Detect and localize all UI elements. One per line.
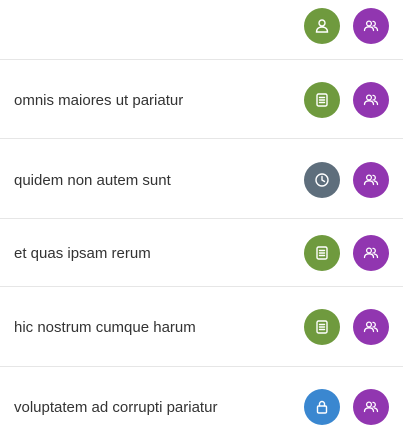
list-item: et quas ipsam rerum: [0, 233, 403, 273]
people-action-button[interactable]: [353, 162, 389, 198]
people-action-button[interactable]: [353, 235, 389, 271]
row-divider: [0, 59, 403, 60]
person-status-button[interactable]: [304, 8, 340, 44]
lock-icon: [316, 400, 328, 414]
clock-icon: [315, 173, 329, 187]
people-icon: [363, 247, 379, 259]
people-action-button[interactable]: [353, 389, 389, 425]
item-label: et quas ipsam rerum: [14, 244, 151, 262]
people-icon: [363, 401, 379, 413]
people-icon: [363, 321, 379, 333]
list-item: hic nostrum cumque harum: [0, 307, 403, 347]
document-status-button[interactable]: [304, 309, 340, 345]
people-icon: [363, 174, 379, 186]
item-label: quidem non autem sunt: [14, 171, 171, 189]
item-list: omnis maiores ut pariatur quidem non aut…: [0, 0, 403, 433]
people-icon: [363, 94, 379, 106]
document-icon: [316, 93, 328, 107]
list-item: voluptatem ad corrupti pariatur: [0, 387, 403, 427]
row-divider: [0, 366, 403, 367]
item-label: omnis maiores ut pariatur: [14, 91, 184, 109]
people-action-button[interactable]: [353, 309, 389, 345]
row-divider: [0, 138, 403, 139]
document-icon: [316, 246, 328, 260]
people-action-button[interactable]: [353, 82, 389, 118]
people-action-button[interactable]: [353, 8, 389, 44]
document-status-button[interactable]: [304, 235, 340, 271]
people-icon: [363, 20, 379, 32]
clock-status-button[interactable]: [304, 162, 340, 198]
item-label: voluptatem ad corrupti pariatur: [14, 398, 218, 416]
list-item: omnis maiores ut pariatur: [0, 80, 403, 120]
document-status-button[interactable]: [304, 82, 340, 118]
list-item: quidem non autem sunt: [0, 160, 403, 200]
list-item: [0, 6, 403, 46]
item-label: hic nostrum cumque harum: [14, 318, 196, 336]
row-divider: [0, 286, 403, 287]
lock-status-button[interactable]: [304, 389, 340, 425]
row-divider: [0, 218, 403, 219]
document-icon: [316, 320, 328, 334]
person-icon: [315, 19, 329, 33]
